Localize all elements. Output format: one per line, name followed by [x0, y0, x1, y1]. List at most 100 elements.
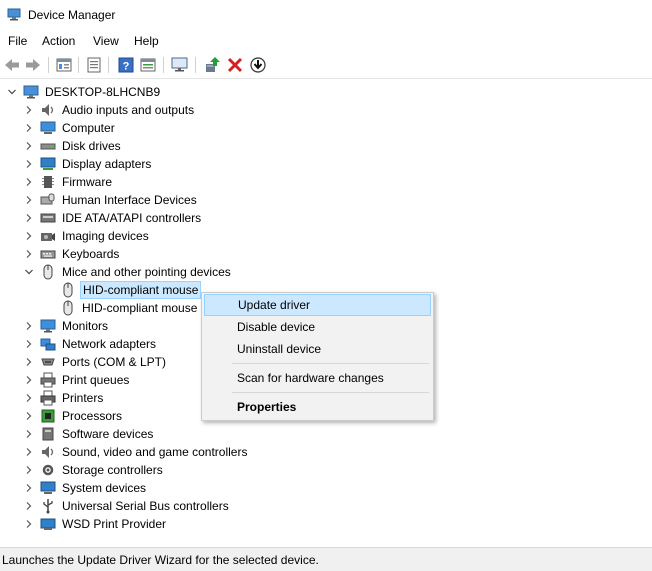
chevron-right-icon[interactable] — [24, 159, 34, 169]
system-device-icon — [40, 481, 56, 494]
chevron-right-icon[interactable] — [24, 465, 34, 475]
tree-category[interactable]: Software devices — [0, 425, 155, 443]
uninstall-device-icon[interactable] — [226, 56, 244, 74]
forward-icon[interactable] — [24, 56, 42, 74]
chevron-right-icon[interactable] — [24, 105, 34, 115]
tree-category[interactable]: Computer — [0, 119, 117, 137]
chevron-down-icon[interactable] — [24, 267, 34, 277]
scan-hardware-icon[interactable] — [171, 56, 189, 74]
context-menu: Update driver Disable device Uninstall d… — [201, 292, 434, 421]
menu-item-properties[interactable]: Properties — [204, 396, 431, 418]
hid-icon — [40, 193, 55, 205]
disk-drive-icon — [40, 143, 56, 150]
toolbar: ? — [0, 52, 652, 79]
chevron-right-icon[interactable] — [24, 249, 34, 259]
tree-category-label: WSD Print Provider — [62, 517, 167, 531]
tree-category[interactable]: Keyboards — [0, 245, 121, 263]
tree-category[interactable]: Print queues — [0, 371, 131, 389]
chevron-right-icon[interactable] — [24, 177, 34, 187]
menu-help[interactable]: Help — [134, 34, 159, 48]
tree-category[interactable]: Network adapters — [0, 335, 158, 353]
tree-root-label: DESKTOP-8LHCNB9 — [45, 85, 161, 99]
tree-category-label: Keyboards — [62, 247, 120, 261]
menu-item-update-driver[interactable]: Update driver — [204, 294, 431, 316]
sound-controller-icon — [42, 446, 54, 458]
chevron-right-icon[interactable] — [24, 231, 34, 241]
tree-category[interactable]: Monitors — [0, 317, 110, 335]
tree-category[interactable]: System devices — [0, 479, 148, 497]
tree-category[interactable]: Imaging devices — [0, 227, 151, 245]
back-icon[interactable] — [3, 56, 21, 74]
menu-item-uninstall-device[interactable]: Uninstall device — [204, 338, 431, 360]
network-adapter-icon — [40, 338, 56, 351]
download-icon[interactable] — [249, 56, 267, 74]
speaker-icon — [42, 104, 54, 116]
tree-root[interactable]: DESKTOP-8LHCNB9 — [0, 83, 162, 101]
chevron-right-icon[interactable] — [24, 339, 34, 349]
menu-file[interactable]: File — [8, 34, 27, 48]
chevron-right-icon[interactable] — [24, 501, 34, 511]
tree-category[interactable]: Display adapters — [0, 155, 153, 173]
tree-category[interactable]: Sound, video and game controllers — [0, 443, 249, 461]
device-item[interactable]: HID-compliant mouse — [60, 299, 199, 317]
chevron-right-icon[interactable] — [24, 321, 34, 331]
tree-category-label: Monitors — [62, 319, 109, 333]
tree-category[interactable]: Storage controllers — [0, 461, 165, 479]
tree-category[interactable]: Ports (COM & LPT) — [0, 353, 168, 371]
list-view-icon[interactable] — [85, 56, 103, 74]
tree-category[interactable]: Disk drives — [0, 137, 123, 155]
menu-item-scan-hardware[interactable]: Scan for hardware changes — [204, 367, 431, 389]
device-manager-icon — [7, 8, 21, 21]
tree-category[interactable]: Processors — [0, 407, 124, 425]
toolbar-separator — [78, 57, 79, 73]
print-queue-icon — [40, 372, 56, 388]
tree-category[interactable]: Audio inputs and outputs — [0, 101, 196, 119]
chevron-right-icon[interactable] — [24, 123, 34, 133]
tree-category-expanded[interactable]: Mice and other pointing devices — [0, 263, 233, 281]
details-view-icon[interactable] — [139, 56, 157, 74]
ide-controller-icon — [40, 213, 56, 223]
chevron-right-icon[interactable] — [24, 357, 34, 367]
tree-category[interactable]: Human Interface Devices — [0, 191, 199, 209]
tree-category-label: Disk drives — [62, 139, 121, 153]
help-icon[interactable]: ? — [117, 56, 135, 74]
tree-category[interactable]: Firmware — [0, 173, 114, 191]
update-driver-icon[interactable] — [203, 56, 221, 74]
device-item-selected[interactable]: HID-compliant mouse — [60, 281, 202, 299]
chevron-right-icon[interactable] — [24, 411, 34, 421]
chevron-right-icon[interactable] — [24, 447, 34, 457]
toolbar-separator — [108, 57, 109, 73]
usb-icon — [43, 499, 53, 514]
tree-category[interactable]: IDE ATA/ATAPI controllers — [0, 209, 203, 227]
tree-category-label: Display adapters — [62, 157, 152, 171]
processor-icon — [41, 409, 55, 423]
chevron-down-icon[interactable] — [7, 87, 17, 97]
tree-category-label: Network adapters — [62, 337, 157, 351]
display-adapter-icon — [40, 157, 56, 170]
menu-item-disable-device[interactable]: Disable device — [204, 316, 431, 338]
tree-category-label: Mice and other pointing devices — [62, 265, 231, 279]
menu-separator — [232, 363, 429, 364]
mouse-icon — [63, 282, 73, 298]
chevron-right-icon[interactable] — [24, 519, 34, 529]
tree-category[interactable]: WSD Print Provider — [0, 515, 168, 533]
menu-view[interactable]: View — [93, 34, 119, 48]
firmware-icon — [42, 176, 54, 188]
chevron-right-icon[interactable] — [24, 375, 34, 385]
properties-view-icon[interactable] — [55, 56, 73, 74]
toolbar-separator — [195, 57, 196, 73]
menu-action[interactable]: Action — [42, 34, 75, 48]
tree-category-label: Print queues — [62, 373, 130, 387]
chevron-right-icon[interactable] — [24, 429, 34, 439]
chevron-right-icon[interactable] — [24, 393, 34, 403]
chevron-right-icon[interactable] — [24, 483, 34, 493]
tree-category[interactable]: Universal Serial Bus controllers — [0, 497, 231, 515]
svg-text:?: ? — [123, 61, 130, 73]
chevron-right-icon[interactable] — [24, 141, 34, 151]
software-device-icon — [42, 427, 54, 441]
computer-icon — [23, 85, 39, 99]
tree-category[interactable]: Printers — [0, 389, 105, 407]
chevron-right-icon[interactable] — [24, 213, 34, 223]
tree-category-label: Printers — [62, 391, 104, 405]
chevron-right-icon[interactable] — [24, 195, 34, 205]
